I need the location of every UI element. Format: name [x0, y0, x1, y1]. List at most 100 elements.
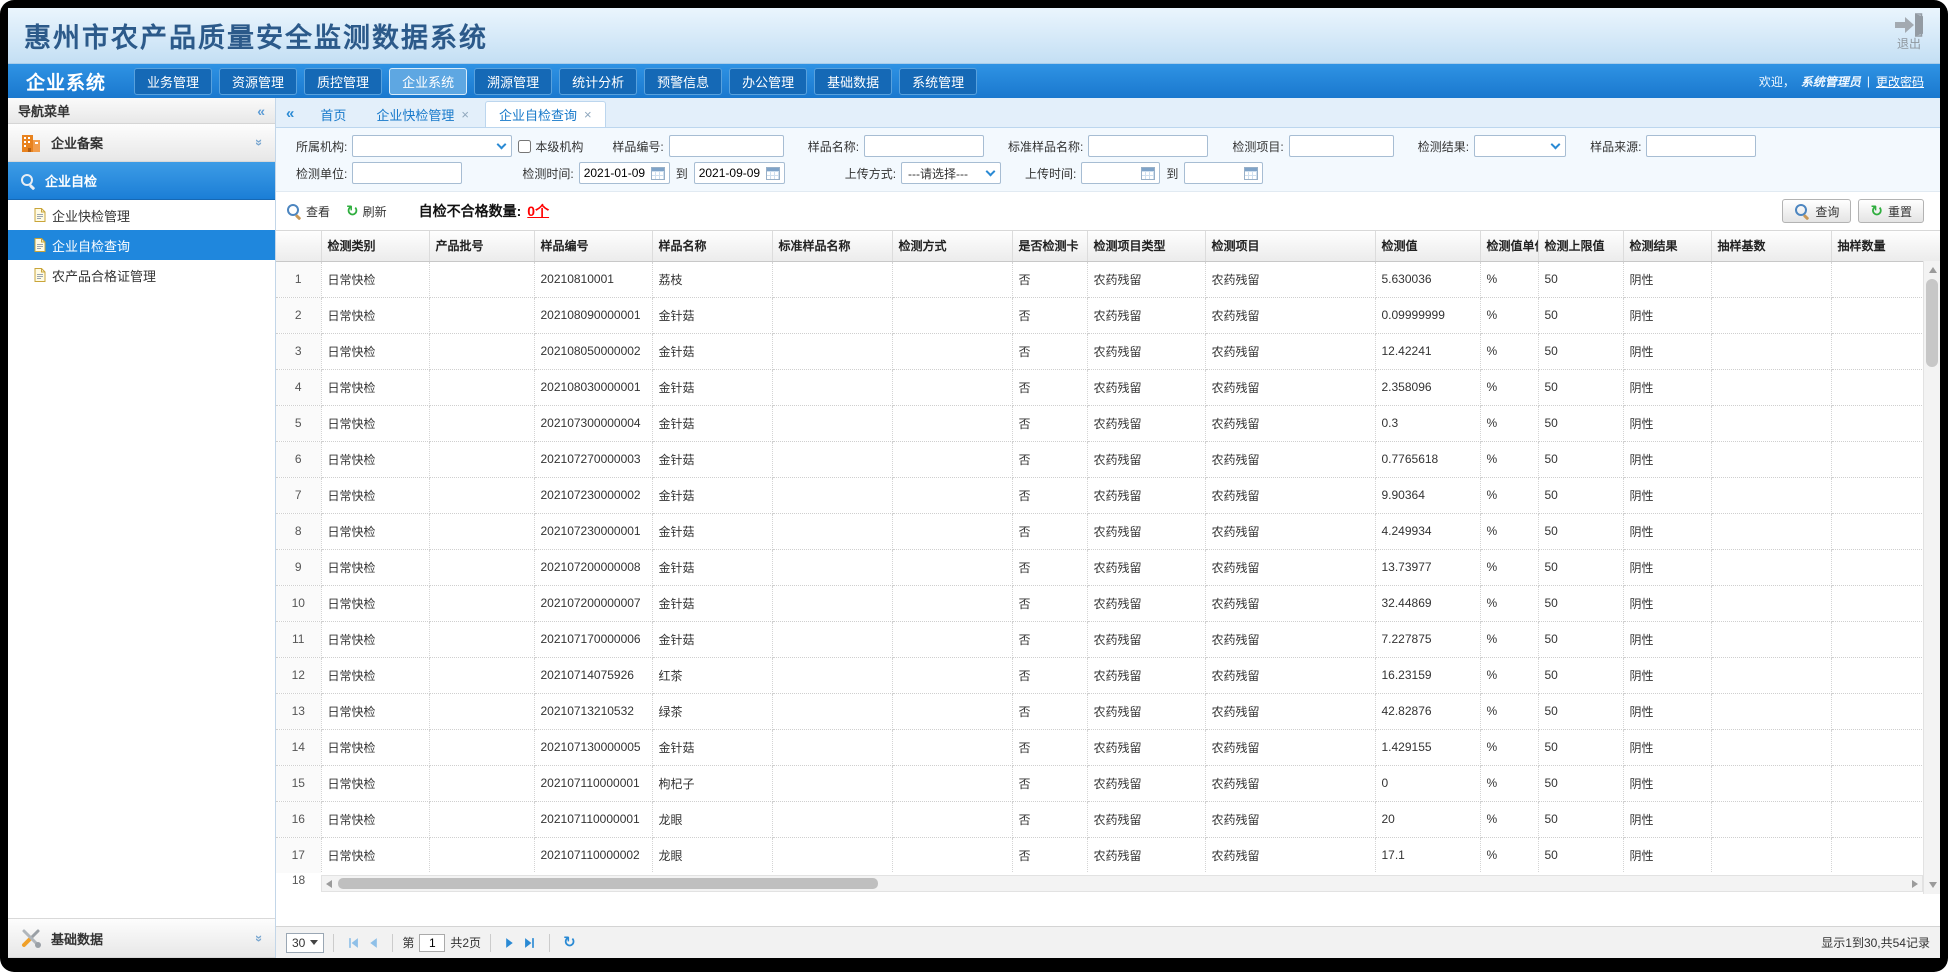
search-row-2: 检测单位: 检测时间: 到 [296, 160, 1930, 186]
nav-item-6[interactable]: 预警信息 [644, 68, 722, 95]
page-size-select[interactable]: 30 [286, 933, 324, 953]
table-row[interactable]: 7日常快检202107230000002金针菇否农药残留农药残留9.90364%… [276, 477, 1940, 513]
column-header-15[interactable]: 抽样数量 [1831, 231, 1940, 261]
column-header-13[interactable]: 检测结果 [1623, 231, 1711, 261]
column-header-5[interactable]: 标准样品名称 [772, 231, 892, 261]
table-row[interactable]: 1日常快检20210810001荔枝否农药残留农药残留5.630036%50阴性 [276, 261, 1940, 297]
table-row[interactable]: 6日常快检202107270000003金针菇否农药残留农药残留0.776561… [276, 441, 1940, 477]
column-header-8[interactable]: 检测项目类型 [1087, 231, 1205, 261]
table-row[interactable]: 14日常快检202107130000005金针菇否农药残留农药残留1.42915… [276, 729, 1940, 765]
column-header-11[interactable]: 检测值单位 [1480, 231, 1538, 261]
nav-item-2[interactable]: 质控管理 [304, 68, 382, 95]
test-result-select[interactable] [1474, 135, 1566, 157]
test-time-from-input[interactable] [584, 166, 648, 180]
std-sample-name-input[interactable] [1088, 135, 1208, 157]
pager-first-button[interactable] [347, 937, 359, 949]
query-button[interactable]: 查询 [1782, 199, 1851, 223]
table-row[interactable]: 16日常快检202107110000001龙眼否农药残留农药残留20%50阴性 [276, 801, 1940, 837]
sidebar-title: 导航菜单 [18, 101, 70, 120]
calendar-icon[interactable] [766, 167, 780, 180]
sample-source-input[interactable] [1646, 135, 1756, 157]
table-row[interactable]: 11日常快检202107170000006金针菇否农药残留农药残留7.22787… [276, 621, 1940, 657]
pager-last-button[interactable] [524, 937, 536, 949]
table-row[interactable]: 2日常快检202108090000001金针菇否农药残留农药残留0.099999… [276, 297, 1940, 333]
table-row[interactable]: 3日常快检202108050000002金针菇否农药残留农药残留12.42241… [276, 333, 1940, 369]
sidebar-item-1[interactable]: 企业自检查询 [8, 230, 275, 260]
table-row[interactable]: 12日常快检20210714075926红茶否农药残留农药残留16.23159%… [276, 657, 1940, 693]
nav-item-0[interactable]: 业务管理 [134, 68, 212, 95]
scroll-down-icon[interactable] [1929, 882, 1937, 888]
test-unit-input[interactable] [352, 162, 462, 184]
sidebar-collapse-icon[interactable]: « [257, 103, 265, 119]
table-row[interactable]: 10日常快检202107200000007金针菇否农药残留农药残留32.4486… [276, 585, 1940, 621]
upload-time-from-input[interactable] [1086, 166, 1138, 180]
table-row[interactable]: 13日常快检20210713210532绿茶否农药残留农药残留42.82876%… [276, 693, 1940, 729]
sidebar-group-self-check[interactable]: 企业自检 [8, 162, 275, 200]
tab-1[interactable]: 企业快检管理× [362, 101, 483, 127]
tab-0[interactable]: 首页 [306, 101, 360, 127]
horizontal-scrollbar[interactable] [321, 875, 1923, 892]
h-scroll-thumb[interactable] [338, 878, 878, 889]
change-password-link[interactable]: 更改密码 [1876, 73, 1924, 90]
scroll-right-icon[interactable] [1912, 880, 1918, 888]
reset-button[interactable]: ↻ 重置 [1858, 199, 1924, 223]
sidebar-group-company-record[interactable]: 企业备案 » [8, 124, 275, 162]
sidebar-item-0[interactable]: 企业快检管理 [8, 200, 275, 230]
upload-method-select[interactable]: ---请选择--- [901, 162, 1001, 184]
nav-item-5[interactable]: 统计分析 [559, 68, 637, 95]
pager-prev-button[interactable] [367, 937, 379, 949]
v-scroll-thumb[interactable] [1926, 279, 1938, 367]
scroll-left-icon[interactable] [326, 880, 332, 888]
table-row[interactable]: 17日常快检202107110000002龙眼否农药残留农药残留17.1%50阴… [276, 837, 1940, 873]
nav-item-4[interactable]: 溯源管理 [474, 68, 552, 95]
nav-item-8[interactable]: 基础数据 [814, 68, 892, 95]
logout-button[interactable]: 退出 [1894, 13, 1924, 51]
nav-item-9[interactable]: 系统管理 [899, 68, 977, 95]
tab-close-icon[interactable]: × [461, 108, 469, 121]
column-header-1[interactable]: 检测类别 [321, 231, 429, 261]
page-input[interactable] [419, 934, 445, 952]
local-org-checkbox[interactable] [518, 140, 531, 153]
column-header-14[interactable]: 抽样基数 [1711, 231, 1831, 261]
column-header-10[interactable]: 检测值 [1375, 231, 1480, 261]
column-header-3[interactable]: 样品编号 [534, 231, 652, 261]
nav-item-7[interactable]: 办公管理 [729, 68, 807, 95]
column-header-9[interactable]: 检测项目 [1205, 231, 1375, 261]
view-button[interactable]: 查看 [286, 203, 330, 220]
fail-count-value[interactable]: 0个 [527, 201, 549, 221]
vertical-scrollbar[interactable] [1923, 261, 1940, 894]
column-header-7[interactable]: 是否检测卡 [1012, 231, 1087, 261]
pager-next-button[interactable] [504, 937, 516, 949]
calendar-icon[interactable] [1244, 167, 1258, 180]
sidebar-group-base-data[interactable]: 基础数据 » [8, 918, 275, 958]
scroll-up-icon[interactable] [1929, 267, 1937, 273]
sample-no-input[interactable] [669, 135, 784, 157]
calendar-icon[interactable] [651, 167, 665, 180]
table-row[interactable]: 5日常快检202107300000004金针菇否农药残留农药残留0.3%50阴性 [276, 405, 1940, 441]
column-header-2[interactable]: 产品批号 [429, 231, 534, 261]
column-header-0[interactable] [276, 231, 321, 261]
calendar-icon[interactable] [1141, 167, 1155, 180]
test-item-input[interactable] [1289, 135, 1394, 157]
table-row[interactable]: 15日常快检202107110000001枸杞子否农药残留农药残留0%50阴性 [276, 765, 1940, 801]
view-label: 查看 [306, 203, 330, 220]
pager-refresh-button[interactable]: ↻ [563, 935, 576, 950]
test-time-to-input[interactable] [699, 166, 763, 180]
column-header-4[interactable]: 样品名称 [652, 231, 772, 261]
column-header-12[interactable]: 检测上限值 [1538, 231, 1623, 261]
cell [1711, 837, 1831, 873]
refresh-button[interactable]: ↻ 刷新 [346, 203, 387, 220]
org-select[interactable] [352, 135, 512, 157]
tabs-collapse-icon[interactable]: « [286, 105, 294, 122]
upload-time-to-input[interactable] [1189, 166, 1241, 180]
sample-name-input[interactable] [864, 135, 984, 157]
table-row[interactable]: 9日常快检202107200000008金针菇否农药残留农药残留13.73977… [276, 549, 1940, 585]
table-row[interactable]: 4日常快检202108030000001金针菇否农药残留农药残留2.358096… [276, 369, 1940, 405]
tab-close-icon[interactable]: × [584, 108, 592, 121]
table-row[interactable]: 8日常快检202107230000001金针菇否农药残留农药残留4.249934… [276, 513, 1940, 549]
sidebar-item-2[interactable]: 农产品合格证管理 [8, 260, 275, 290]
nav-item-3[interactable]: 企业系统 [389, 68, 467, 95]
nav-item-1[interactable]: 资源管理 [219, 68, 297, 95]
column-header-6[interactable]: 检测方式 [892, 231, 1012, 261]
tab-2[interactable]: 企业自检查询× [485, 101, 606, 127]
